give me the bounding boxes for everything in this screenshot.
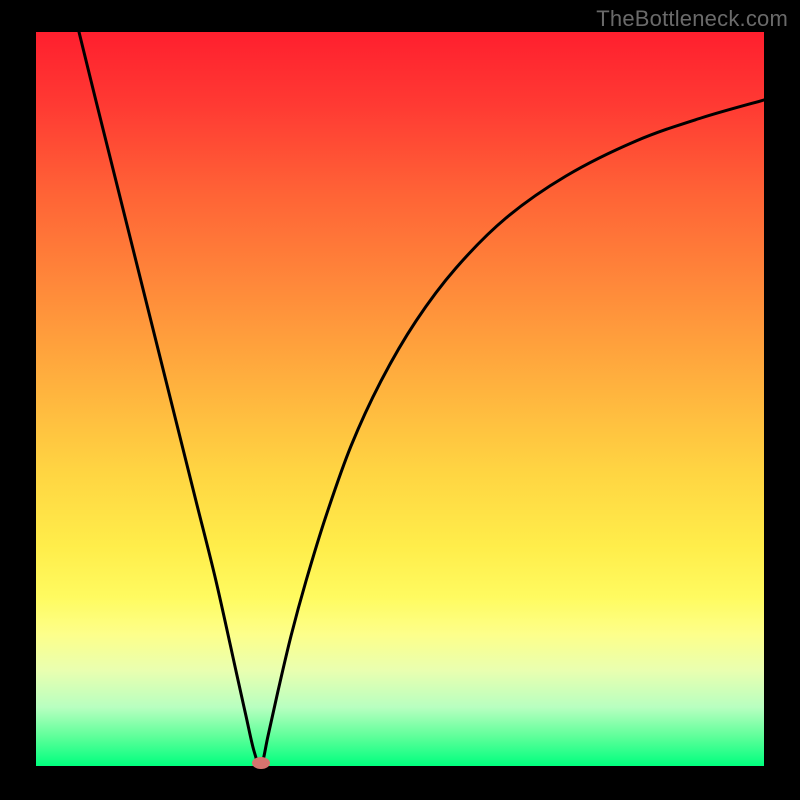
- plot-area: [36, 32, 764, 766]
- curve-svg: [36, 32, 764, 766]
- watermark-text: TheBottleneck.com: [596, 6, 788, 32]
- curve-path: [79, 32, 764, 766]
- minimum-marker: [252, 757, 270, 769]
- chart-frame: TheBottleneck.com: [0, 0, 800, 800]
